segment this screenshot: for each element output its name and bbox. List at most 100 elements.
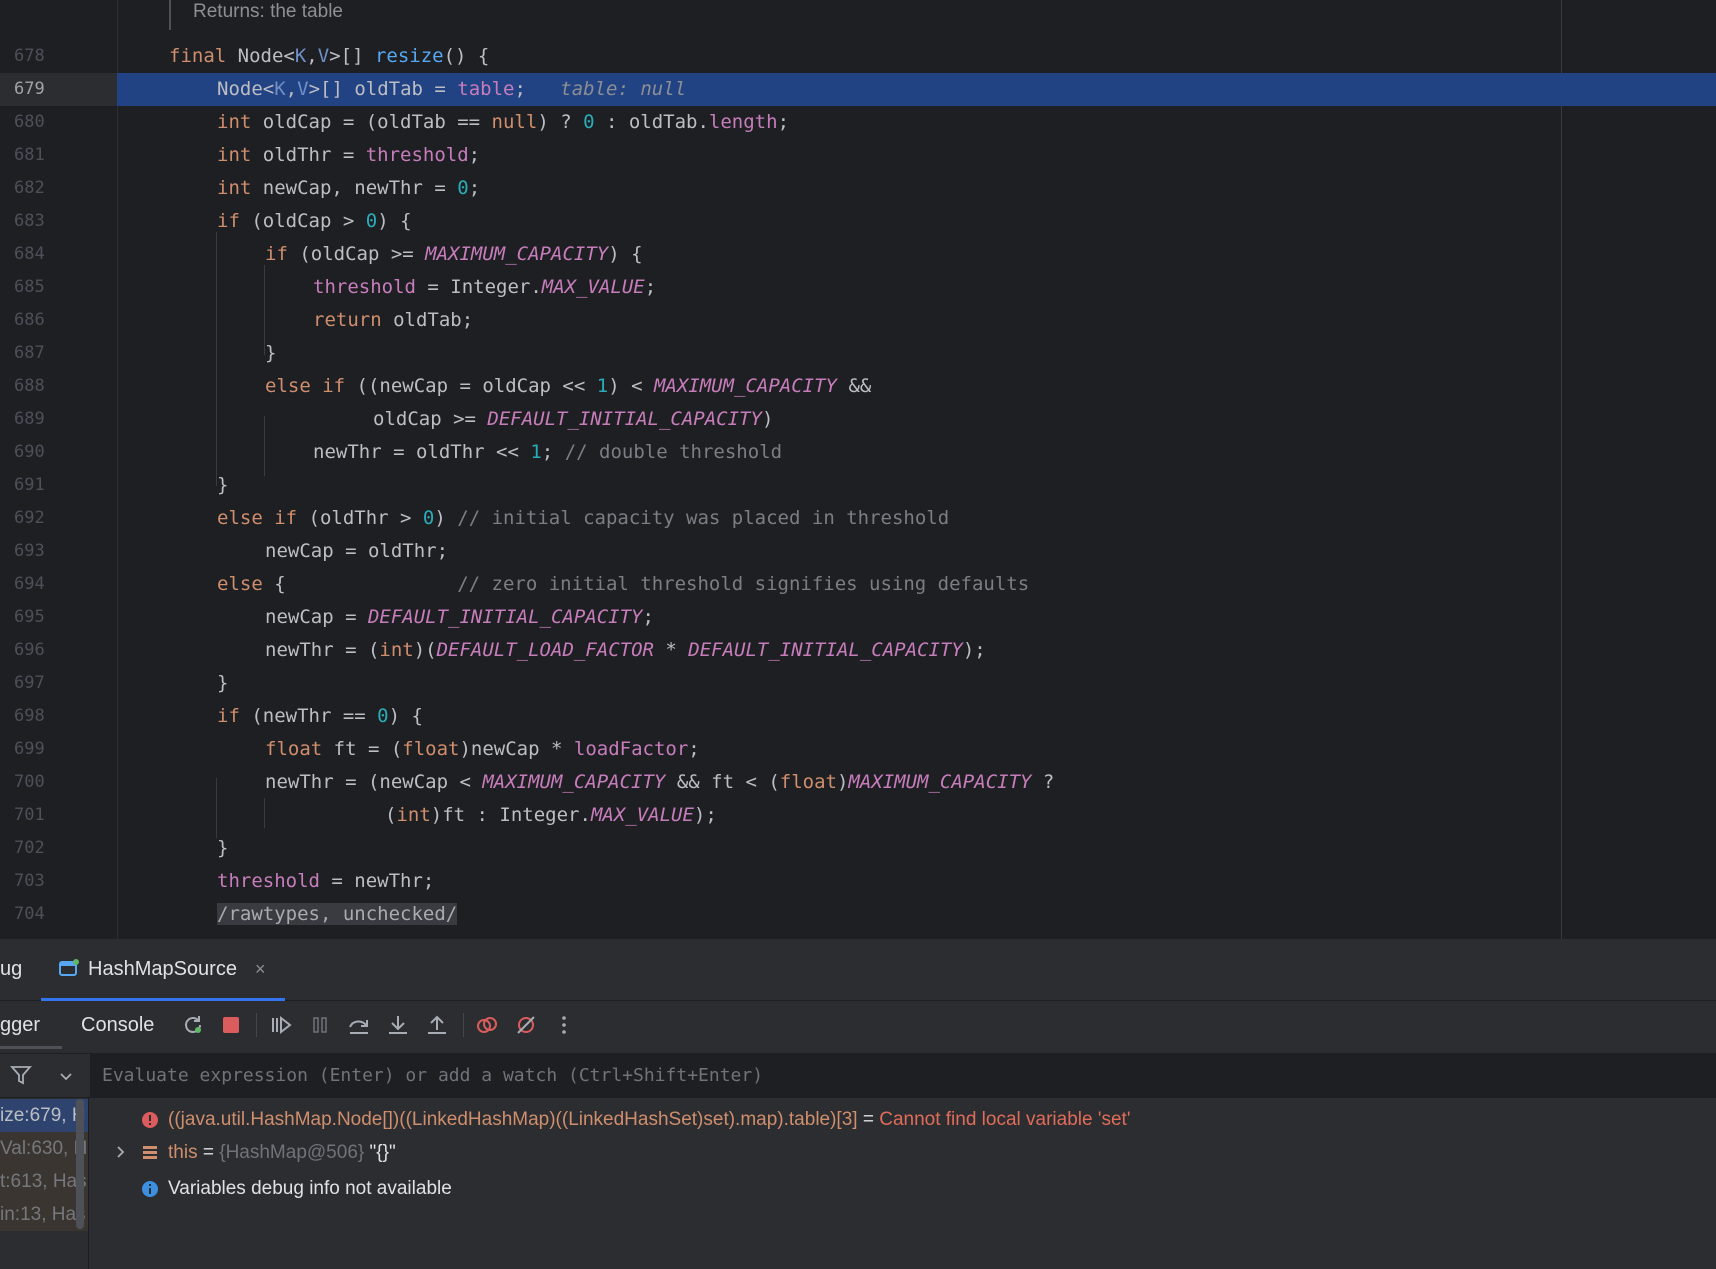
gutter-cell[interactable]: 696: [0, 634, 117, 667]
code-line[interactable]: 684 if (oldCap >= MAXIMUM_CAPACITY) {: [0, 238, 1716, 271]
gutter-cell[interactable]: 684: [0, 238, 117, 271]
chevron-down-icon[interactable]: [58, 1068, 74, 1084]
code-line[interactable]: 690 newThr = oldThr << 1; // double thre…: [0, 436, 1716, 469]
gutter-cell[interactable]: 701: [0, 799, 117, 832]
code-text: if (oldCap >= MAXIMUM_CAPACITY) {: [265, 243, 643, 265]
gutter-cell[interactable]: 688: [0, 370, 117, 403]
gutter-cell[interactable]: 692: [0, 502, 117, 535]
gutter-cell[interactable]: 682: [0, 172, 117, 205]
code-line[interactable]: 695 newCap = DEFAULT_INITIAL_CAPACITY;: [0, 601, 1716, 634]
gutter-cell[interactable]: 686: [0, 304, 117, 337]
gutter-cell[interactable]: 681: [0, 139, 117, 172]
gutter-cell[interactable]: 699: [0, 733, 117, 766]
evaluate-expression-input[interactable]: [90, 1054, 1716, 1097]
code-line[interactable]: 696 newThr = (int)(DEFAULT_LOAD_FACTOR *…: [0, 634, 1716, 667]
tab-debugger[interactable]: gger: [0, 1001, 40, 1049]
code-line[interactable]: 701 (int)ft : Integer.MAX_VALUE);: [0, 799, 1716, 832]
line-number: 681: [14, 145, 45, 165]
gutter-cell[interactable]: 697: [0, 667, 117, 700]
gutter-cell[interactable]: 680: [0, 106, 117, 139]
frame-item[interactable]: Val:630, H: [0, 1132, 88, 1165]
gutter-cell[interactable]: 698: [0, 700, 117, 733]
code-line[interactable]: 699 float ft = (float)newCap * loadFacto…: [0, 733, 1716, 766]
code-line[interactable]: 681 int oldThr = threshold;: [0, 139, 1716, 172]
frames-list[interactable]: ize:679, H Val:630, H t:613, Has in:13, …: [0, 1097, 89, 1269]
debug-tool-window: ug HashMapSource × gger Console Evaluate…: [0, 939, 1716, 1269]
frames-scrollbar[interactable]: [76, 1099, 84, 1229]
gutter-cell[interactable]: 679: [0, 73, 117, 106]
code-line[interactable]: 702 }: [0, 832, 1716, 865]
code-text: }: [217, 474, 229, 496]
code-text: }: [217, 837, 229, 859]
gutter-cell[interactable]: 703: [0, 865, 117, 898]
gutter-cell[interactable]: 702: [0, 832, 117, 865]
gutter-cell[interactable]: 693: [0, 535, 117, 568]
gutter-cell[interactable]: 678: [0, 40, 117, 73]
code-line[interactable]: 678 final Node<K,V>[] resize() {: [0, 40, 1716, 73]
inline-debug-value: table: null: [560, 78, 687, 100]
more-options-icon[interactable]: [552, 1013, 576, 1037]
variable-this-row[interactable]: this = {HashMap@506} "{}": [89, 1136, 1716, 1169]
code-line[interactable]: 682 int newCap, newThr = 0;: [0, 172, 1716, 205]
filter-icon[interactable]: [10, 1064, 32, 1086]
frame-item[interactable]: ize:679, H: [0, 1099, 88, 1132]
gutter-cell[interactable]: 691: [0, 469, 117, 502]
code-line[interactable]: 683 if (oldCap > 0) {: [0, 205, 1716, 238]
line-number: 702: [14, 838, 45, 858]
tab-console[interactable]: Console: [81, 1001, 154, 1049]
pause-icon[interactable]: [308, 1013, 332, 1037]
code-line[interactable]: 687 }: [0, 337, 1716, 370]
gutter-cell[interactable]: 685: [0, 271, 117, 304]
gutter-cell[interactable]: 689: [0, 403, 117, 436]
code-line[interactable]: 685 threshold = Integer.MAX_VALUE;: [0, 271, 1716, 304]
code-text: }: [217, 672, 229, 694]
toolbar-separator: [463, 1013, 464, 1037]
evaluate-row: [0, 1053, 1716, 1098]
code-line[interactable]: 691 }: [0, 469, 1716, 502]
view-breakpoints-icon[interactable]: [475, 1013, 499, 1037]
mute-breakpoints-icon[interactable]: [514, 1013, 538, 1037]
code-line[interactable]: 698 if (newThr == 0) {: [0, 700, 1716, 733]
code-text: newThr = (newCap < MAXIMUM_CAPACITY && f…: [265, 771, 1055, 793]
tab-hashmapsource[interactable]: HashMapSource ×: [41, 939, 285, 1000]
gutter-cell[interactable]: 704: [0, 898, 117, 931]
gutter-cell[interactable]: 694: [0, 568, 117, 601]
code-line[interactable]: 689 oldCap >= DEFAULT_INITIAL_CAPACITY): [0, 403, 1716, 436]
resume-icon[interactable]: [269, 1013, 293, 1037]
variables-info-row: Variables debug info not available: [89, 1172, 1716, 1205]
code-line[interactable]: 697 }: [0, 667, 1716, 700]
code-line[interactable]: 680 int oldCap = (oldTab == null) ? 0 : …: [0, 106, 1716, 139]
chevron-right-icon[interactable]: [114, 1145, 128, 1159]
code-text: threshold = Integer.MAX_VALUE;: [313, 276, 657, 298]
gutter-cell[interactable]: 700: [0, 766, 117, 799]
rerun-icon[interactable]: [181, 1013, 205, 1037]
gutter-cell[interactable]: 683: [0, 205, 117, 238]
code-line[interactable]: 688 else if ((newCap = oldCap << 1) < MA…: [0, 370, 1716, 403]
code-text: newThr = (int)(DEFAULT_LOAD_FACTOR * DEF…: [265, 639, 986, 661]
code-text: if (newThr == 0) {: [217, 705, 423, 727]
code-line[interactable]: 703 threshold = newThr;: [0, 865, 1716, 898]
line-number: 680: [14, 112, 45, 132]
code-line[interactable]: 686 return oldTab;: [0, 304, 1716, 337]
gutter-cell[interactable]: 690: [0, 436, 117, 469]
step-into-icon[interactable]: [386, 1013, 410, 1037]
step-out-icon[interactable]: [425, 1013, 449, 1037]
code-line[interactable]: 692 else if (oldThr > 0) // initial capa…: [0, 502, 1716, 535]
close-icon[interactable]: ×: [255, 939, 266, 1000]
gutter-cell[interactable]: 687: [0, 337, 117, 370]
watch-error-row[interactable]: ((java.util.HashMap.Node[])((LinkedHashM…: [89, 1103, 1716, 1136]
step-over-icon[interactable]: [347, 1013, 371, 1037]
stop-icon[interactable]: [219, 1013, 243, 1037]
line-number: 703: [14, 871, 45, 891]
info-icon: [142, 1181, 158, 1197]
code-line[interactable]: 704 /rawtypes, unchecked/: [0, 898, 1716, 931]
code-line[interactable]: 693 newCap = oldThr;: [0, 535, 1716, 568]
code-line[interactable]: 694 else { // zero initial threshold sig…: [0, 568, 1716, 601]
code-line[interactable]: 700 newThr = (newCap < MAXIMUM_CAPACITY …: [0, 766, 1716, 799]
frame-item[interactable]: t:613, Has: [0, 1165, 88, 1198]
variables-tree: ((java.util.HashMap.Node[])((LinkedHashM…: [89, 1097, 1716, 1269]
frame-item[interactable]: in:13, Has: [0, 1198, 88, 1231]
current-execution-line[interactable]: 679 Node<K,V>[] oldTab = table; table: n…: [0, 73, 1716, 106]
gutter-cell[interactable]: 695: [0, 601, 117, 634]
code-editor[interactable]: Returns: the table 678 final Node<K,V>[]…: [0, 0, 1716, 939]
